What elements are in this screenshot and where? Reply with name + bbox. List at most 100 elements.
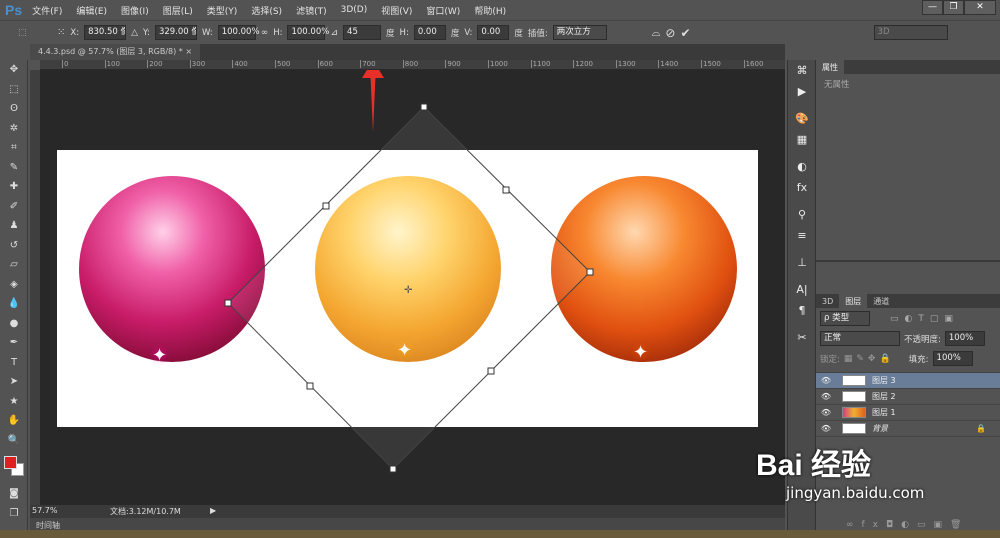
marquee-tool-icon[interactable]: ⬚ [0,80,28,100]
menu-image[interactable]: 图像(I) [121,4,149,17]
foreground-color-swatch[interactable] [4,456,17,469]
relative-position-icon[interactable]: △ [131,28,138,38]
eyedropper-tool-icon[interactable]: ✎ [0,158,28,178]
menu-select[interactable]: 选择(S) [251,4,282,17]
interp-label: 插值: [527,28,548,39]
bucket-tool-icon[interactable]: ◈ [0,275,28,295]
brush-presets-icon[interactable]: ⚲ [788,204,816,225]
screen-mode-icon[interactable]: ❐ [0,504,28,524]
commit-transform-icon[interactable]: ✔ [680,26,690,40]
eye-icon[interactable]: 👁 [816,408,836,417]
layer-row[interactable]: 👁 图层 1 [816,405,1000,421]
menu-3d[interactable]: 3D(D) [341,5,368,15]
eye-icon[interactable]: 👁 [816,376,836,385]
menu-filter[interactable]: 滤镜(T) [296,4,327,17]
document-tab[interactable]: 4.4.3.psd @ 57.7% (图层 3, RGB/8) * × [30,44,201,60]
warp-mode-icon[interactable]: ⌓ [652,26,661,40]
zoom-level[interactable]: 57.7% [32,506,57,515]
history-icon[interactable]: ⌘ [788,60,816,81]
restore-button[interactable]: ❐ [943,0,964,15]
lock-icons[interactable]: ▦✎✥🔒 [844,354,895,364]
layers-footer-icons[interactable]: ∞fx◘◐▭▣🗑 [846,520,969,530]
actions-play-icon[interactable]: ▶ [788,81,816,102]
window-controls: — ❐ ✕ [922,0,996,15]
menu-help[interactable]: 帮助(H) [474,4,506,17]
stamp-tool-icon[interactable]: ♟ [0,216,28,236]
menu-type[interactable]: 类型(Y) [207,4,238,17]
history-brush-icon[interactable]: ↺ [0,236,28,256]
menu-layer[interactable]: 图层(L) [163,4,193,17]
filter-icons[interactable]: ▭◐T▢▣ [890,314,959,324]
properties-tab[interactable]: 属性 [816,60,844,75]
zoom-tool-icon[interactable]: 🔍 [0,431,28,451]
adjustments-icon[interactable]: ◐ [788,156,816,177]
angle-icon: ⊿ [330,27,339,38]
width-input[interactable]: 100.00% [217,25,260,40]
ruler-tick-label: 1400 [658,60,679,68]
ruler-tick-label: 800 [402,60,419,68]
layer-row[interactable]: 👁 背景 🔒 [816,421,1000,437]
move-tool-icon[interactable]: ✥ [0,60,28,80]
tab-channels[interactable]: 通道 [867,294,895,309]
tool-presets-icon[interactable]: ✂ [788,327,816,348]
quick-mask-icon[interactable]: ◙ [0,484,28,504]
hskew-input[interactable]: 0.00 [413,25,446,40]
properties-empty: 无属性 [816,74,1000,262]
menu-window[interactable]: 窗口(W) [426,4,460,17]
brush-tool-icon[interactable]: ✐ [0,197,28,217]
transform-tool-icon[interactable]: ⬚ [18,28,38,38]
link-icon[interactable]: ∞ [261,28,269,38]
type-tool-icon[interactable]: T [0,353,28,373]
blur-tool-icon[interactable]: 💧 [0,294,28,314]
path-select-tool-icon[interactable]: ➤ [0,372,28,392]
height-input[interactable]: 100.00% [287,25,329,40]
layer-row[interactable]: 👁 图层 3 [816,373,1000,389]
blend-mode-select[interactable]: 正常 [820,331,900,346]
watermark-brand: Bai 经验 [756,449,872,482]
eye-icon[interactable]: 👁 [816,392,836,401]
canvas-area[interactable]: ✦ ✦ ✦ ✛ [40,70,785,505]
menu-file[interactable]: 文件(F) [32,4,62,17]
y-input[interactable]: 329.00 像素 [154,25,197,40]
x-input[interactable]: 830.50 像素 [84,25,127,40]
healing-tool-icon[interactable]: ✚ [0,177,28,197]
cancel-transform-icon[interactable]: ⊘ [665,26,675,40]
brush-settings-icon[interactable]: ≡ [788,225,816,246]
tab-layers[interactable]: 图层 [839,294,868,309]
magic-wand-tool-icon[interactable]: ✲ [0,119,28,139]
interpolation-select[interactable]: 两次立方 [552,25,607,40]
w-label: W: [201,27,213,38]
minimize-button[interactable]: — [922,0,943,15]
menu-view[interactable]: 视图(V) [381,4,412,17]
vskew-input[interactable]: 0.00 [477,25,510,40]
lasso-tool-icon[interactable]: ʘ [0,99,28,119]
hand-tool-icon[interactable]: ✋ [0,411,28,431]
crop-tool-icon[interactable]: ⌗ [0,138,28,158]
clone-source-icon[interactable]: ⊥ [788,252,816,273]
pen-tool-icon[interactable]: ✒ [0,333,28,353]
close-button[interactable]: ✕ [964,0,996,15]
layer-row[interactable]: 👁 图层 2 [816,389,1000,405]
baidu-watermark: Bai 经验 jingyan.baidu.com [756,440,924,502]
dodge-tool-icon[interactable]: ● [0,314,28,334]
opacity-input[interactable]: 100% [944,331,985,346]
paragraph-icon[interactable]: ¶ [788,300,816,321]
styles-fx-icon[interactable]: fx [788,177,816,198]
eye-icon[interactable]: 👁 [816,424,836,433]
workspace-select[interactable]: 3D [873,25,948,40]
menu-edit[interactable]: 编辑(E) [76,4,107,17]
fill-input[interactable]: 100% [932,351,973,366]
layer-filter-select[interactable]: ρ 类型 [820,311,870,326]
reference-point-icon[interactable]: ⁙ [57,27,65,38]
swatches-grid-icon[interactable]: ▦ [788,129,816,150]
transform-bounding-box[interactable]: ✛ [40,70,785,505]
character-icon[interactable]: A| [788,279,816,300]
color-palette-icon[interactable]: 🎨 [788,108,816,129]
tab-3d[interactable]: 3D [816,295,839,308]
vskew-unit: 度 [514,28,523,39]
shape-tool-icon[interactable]: ★ [0,392,28,412]
eraser-tool-icon[interactable]: ▱ [0,255,28,275]
close-tab-icon[interactable]: × [185,47,192,56]
status-menu-arrow-icon[interactable]: ▶ [210,506,216,515]
angle-input[interactable]: 45 [343,25,382,40]
